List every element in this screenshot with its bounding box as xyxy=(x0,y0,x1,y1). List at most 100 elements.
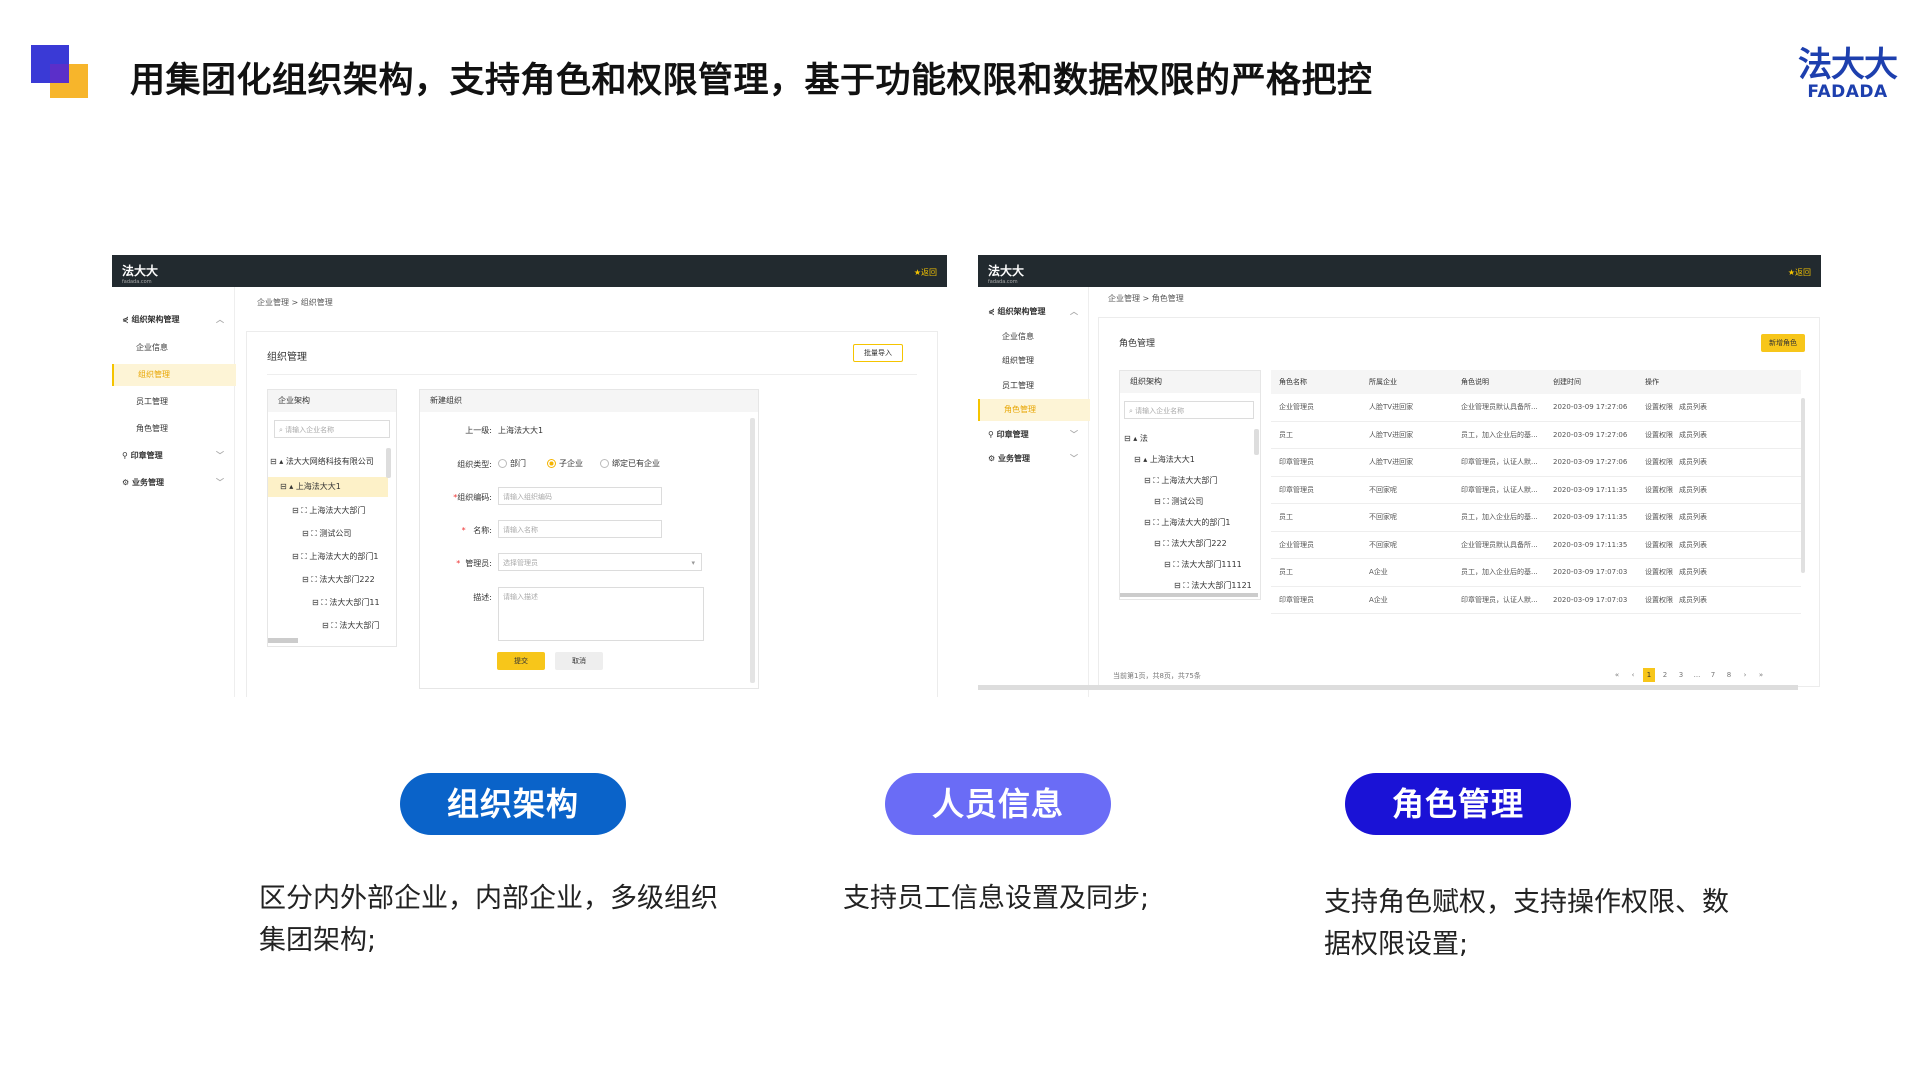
sidebar-item-employee-management[interactable]: 员工管理 xyxy=(112,391,234,413)
parent-value: 上海法大大1 xyxy=(498,426,544,435)
tree-node[interactable]: ⊟ ⛶ 法大大部门11 xyxy=(312,597,380,608)
back-link[interactable]: ★返回 xyxy=(914,267,937,278)
member-list-link[interactable]: 成员列表 xyxy=(1679,513,1707,521)
table-actions-cell: 设置权限 成员列表 xyxy=(1637,531,1801,559)
tree-node[interactable]: ⊟ ⛶ 法大大部门1121 xyxy=(1174,580,1252,591)
table-actions-cell: 设置权限 成员列表 xyxy=(1637,421,1801,449)
sidebar-item-business-management[interactable]: ⚙ 业务管理 ﹀ xyxy=(978,448,1088,470)
back-label: 返回 xyxy=(921,268,937,277)
sidebar-item-role-management[interactable]: 角色管理 xyxy=(978,399,1090,421)
table-row: 员工 不回家呢 员工，加入企业后的基... 2020-03-09 17:11:35 设置… xyxy=(1271,503,1801,532)
admin-select[interactable]: 选择管理员 ▾ xyxy=(498,553,702,571)
set-permission-link[interactable]: 设置权限 xyxy=(1645,486,1673,494)
name-input[interactable]: 请输入名称 xyxy=(498,520,662,538)
breadcrumb: 企业管理 > 角色管理 xyxy=(1108,294,1184,303)
set-permission-link[interactable]: 设置权限 xyxy=(1645,513,1673,521)
company-search-input[interactable]: ⌕ 请输入企业名称 xyxy=(274,420,390,438)
org-type-radio-dept[interactable]: 部门 xyxy=(498,458,526,469)
tree-node-label: 法 xyxy=(1139,434,1148,443)
tree-node[interactable]: ⊟ ▴ 上海法大大1 xyxy=(1134,454,1195,465)
form-scrollbar[interactable] xyxy=(750,418,755,683)
brand-logo: 法大大 FADADA xyxy=(1798,48,1898,101)
batch-import-button[interactable]: 批量导入 xyxy=(853,344,903,362)
page-button[interactable]: 7 xyxy=(1707,668,1719,682)
set-permission-link[interactable]: 设置权限 xyxy=(1645,403,1673,411)
page-button[interactable]: « xyxy=(1611,668,1623,682)
tree-node[interactable]: ⊟ ⛶ 上海法大大的部门1 xyxy=(1144,517,1230,528)
set-permission-link[interactable]: 设置权限 xyxy=(1645,431,1673,439)
tree-scrollbar[interactable] xyxy=(386,448,391,478)
table-cell: 人脸TV进回家 xyxy=(1361,448,1453,477)
back-link[interactable]: ★返回 xyxy=(1788,267,1811,278)
sidebar-item-business-management[interactable]: ⚙ 业务管理 ﹀ xyxy=(112,472,234,494)
page-button[interactable]: ... xyxy=(1691,668,1703,682)
page-button[interactable]: 2 xyxy=(1659,668,1671,682)
tree-node[interactable]: ⊟ ⛶ 法大大部门222 xyxy=(1154,538,1227,549)
divider xyxy=(267,374,917,375)
sidebar-item-company-info[interactable]: 企业信息 xyxy=(112,337,234,359)
tree-node[interactable]: ⊟ ⛶ 法大大部门1111 xyxy=(1164,559,1242,570)
tree-node[interactable]: ⊟ ⛶ 上海法大大的部门1 xyxy=(292,551,378,562)
cancel-button[interactable]: 取消 xyxy=(555,652,603,670)
tree-node-selected[interactable]: ⊟ ▴ 上海法大大1 xyxy=(268,477,388,497)
table-row: 印章管理员 不回家呢 印章管理员，认证人默... 2020-03-09 17:11:3… xyxy=(1271,476,1801,504)
table-row: 员工 A企业 员工，加入企业后的基... 2020-03-09 17:07:03 设置权… xyxy=(1271,558,1801,587)
tree-node[interactable]: ⊟ ⛶ 测试公司 xyxy=(1154,496,1203,507)
feature-desc-org-structure: 区分内外部企业，内部企业，多级组织 集团架构; xyxy=(259,878,718,962)
tree-panel-title: 组织架构 xyxy=(1120,371,1260,393)
label-text: 管理员: xyxy=(465,559,492,568)
page-button[interactable]: 3 xyxy=(1675,668,1687,682)
add-role-button[interactable]: 新增角色 xyxy=(1761,334,1805,352)
sidebar-item-role-management[interactable]: 角色管理 xyxy=(112,418,234,440)
sidebar-item-seal-management[interactable]: ⚲ 印章管理 ﹀ xyxy=(978,424,1088,446)
org-type-radio-subsidiary[interactable]: 子企业 xyxy=(547,458,583,469)
member-list-link[interactable]: 成员列表 xyxy=(1679,486,1707,494)
pager-info: 当前第1页，共8页，共75条 xyxy=(1113,672,1201,680)
company-search-input[interactable]: ⌕ 请输入企业名称 xyxy=(1124,401,1254,419)
tree-node[interactable]: ⊟ ⛶ 法大大部门 xyxy=(322,620,379,631)
table-scrollbar[interactable] xyxy=(1801,398,1805,573)
member-list-link[interactable]: 成员列表 xyxy=(1679,568,1707,576)
sidebar-item-org-management[interactable]: 组织管理 xyxy=(112,364,236,386)
set-permission-link[interactable]: 设置权限 xyxy=(1645,458,1673,466)
column-header: 操作 xyxy=(1637,370,1801,394)
member-list-link[interactable]: 成员列表 xyxy=(1679,458,1707,466)
member-list-link[interactable]: 成员列表 xyxy=(1679,403,1707,411)
app-logo-text: 法大大 xyxy=(988,264,1025,278)
sidebar-item-org-management[interactable]: 组织管理 xyxy=(978,350,1088,372)
page-button[interactable]: ‹ xyxy=(1627,668,1639,682)
table-cell: A企业 xyxy=(1361,586,1453,614)
tree-node[interactable]: ⊟ ⛶ 法大大部门222 xyxy=(302,574,375,585)
sidebar-item-employee-management[interactable]: 员工管理 xyxy=(978,375,1088,397)
page-button[interactable]: › xyxy=(1739,668,1751,682)
page-button[interactable]: 8 xyxy=(1723,668,1735,682)
member-list-link[interactable]: 成员列表 xyxy=(1679,431,1707,439)
org-type-radio-bind-existing[interactable]: 绑定已有企业 xyxy=(600,458,660,469)
page-button[interactable]: 1 xyxy=(1643,668,1655,682)
sidebar-item-org-structure[interactable]: ⋞ 组织架构管理 ︿ xyxy=(112,309,234,331)
tree-node[interactable]: ⊟ ▴ 法大大网络科技有限公司 xyxy=(270,456,374,467)
page-h-scrollbar[interactable] xyxy=(978,685,1798,690)
page-button[interactable]: » xyxy=(1755,668,1767,682)
member-list-link[interactable]: 成员列表 xyxy=(1679,541,1707,549)
tree-node[interactable]: ⊟ ⛶ 上海法大大部门 xyxy=(1144,475,1217,486)
tree-node[interactable]: ⊟ ⛶ 测试公司 xyxy=(302,528,351,539)
set-permission-link[interactable]: 设置权限 xyxy=(1645,568,1673,576)
tree-scrollbar[interactable] xyxy=(1254,429,1259,455)
set-permission-link[interactable]: 设置权限 xyxy=(1645,541,1673,549)
member-list-link[interactable]: 成员列表 xyxy=(1679,596,1707,604)
company-tree-panel: 企业架构 ⌕ 请输入企业名称 ⊟ ▴ 法大大网络科技有限公司 ⊟ ▴ 上海法大大… xyxy=(267,389,397,647)
org-code-input[interactable]: 请输入组织编码 xyxy=(498,487,662,505)
sidebar-item-seal-management[interactable]: ⚲ 印章管理 ﹀ xyxy=(112,445,234,467)
tree-h-scrollbar[interactable] xyxy=(1120,593,1258,597)
sidebar-item-company-info[interactable]: 企业信息 xyxy=(978,326,1088,348)
set-permission-link[interactable]: 设置权限 xyxy=(1645,596,1673,604)
table-cell: 2020-03-09 17:11:35 xyxy=(1545,503,1637,532)
tree-node[interactable]: ⊟ ▴ 法 xyxy=(1124,433,1148,444)
tree-h-scrollbar[interactable] xyxy=(268,638,298,643)
desc-textarea[interactable]: 请输入描述 xyxy=(498,587,704,641)
tree-node[interactable]: ⊟ ⛶ 上海法大大部门 xyxy=(292,505,365,516)
sidebar-item-org-structure[interactable]: ⋞ 组织架构管理 ︿ xyxy=(978,301,1088,323)
table-row: 员工 人脸TV进回家 员工，加入企业后的基... 2020-03-09 17:27:0… xyxy=(1271,421,1801,449)
submit-button[interactable]: 提交 xyxy=(497,652,545,670)
